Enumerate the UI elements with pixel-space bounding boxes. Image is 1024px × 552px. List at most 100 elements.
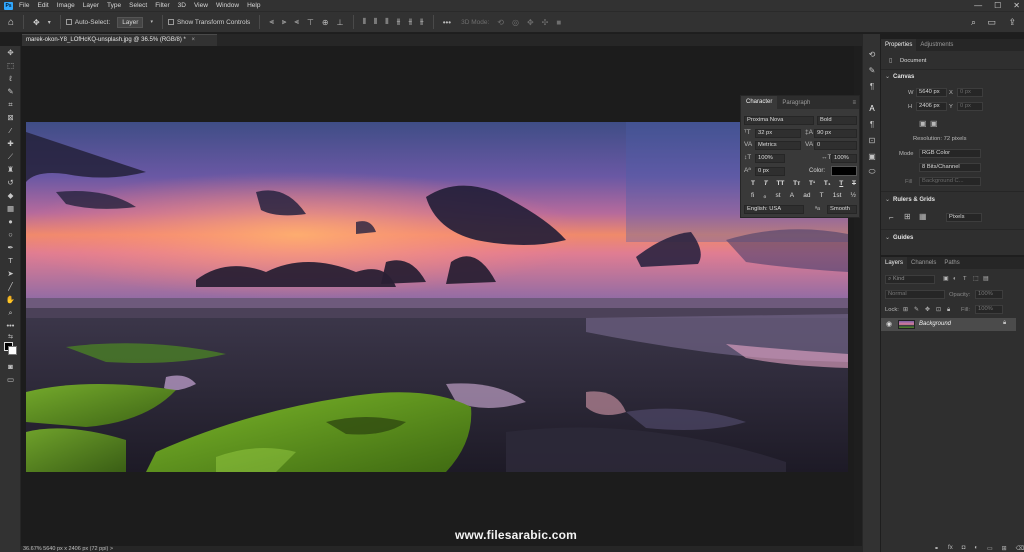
lasso-tool-icon[interactable]: ℓ: [0, 72, 21, 85]
workspace-icon[interactable]: ▭: [987, 17, 996, 28]
paragraph-panel-icon[interactable]: ¶: [863, 78, 881, 94]
panel-menu-icon[interactable]: ≡: [852, 100, 856, 106]
hand-tool-icon[interactable]: ✋: [0, 293, 21, 306]
blend-mode-dropdown[interactable]: Normal: [885, 290, 945, 299]
crop-tool-icon[interactable]: ⌗: [0, 98, 21, 111]
distribute-top-icon[interactable]: ⫴: [363, 17, 366, 27]
lock-all-icon[interactable]: 🔒︎: [947, 307, 950, 314]
tool-preset-chevron-icon[interactable]: ▾: [48, 19, 51, 26]
brush-tool-icon[interactable]: ⟋: [0, 150, 21, 163]
titling-alternates-button[interactable]: T: [820, 192, 824, 200]
lock-artboard-icon[interactable]: ⊡: [936, 307, 941, 313]
all-caps-button[interactable]: TT: [776, 180, 784, 187]
menu-type[interactable]: Type: [107, 2, 121, 9]
history-brush-tool-icon[interactable]: ↺: [0, 176, 21, 189]
distribute-middle-icon[interactable]: ⫴: [374, 17, 377, 27]
blur-tool-icon[interactable]: ●: [0, 215, 21, 228]
align-right-icon[interactable]: ⫷: [294, 17, 299, 27]
font-size-field[interactable]: 32 px: [755, 129, 801, 138]
3d-scale-icon[interactable]: ■: [556, 18, 561, 27]
guides-grid-icon[interactable]: ▦: [919, 212, 927, 221]
document-tab[interactable]: marek-okon-Y8_LOfHcKQ-unsplash.jpg @ 36.…: [22, 34, 217, 46]
line-tool-icon[interactable]: ╱: [0, 280, 21, 293]
dodge-tool-icon[interactable]: ○: [0, 228, 21, 241]
font-style-dropdown[interactable]: Bold: [817, 116, 857, 125]
maximize-icon[interactable]: ☐: [994, 1, 1001, 10]
3d-pan-icon[interactable]: ✥: [527, 18, 534, 27]
link-layers-icon[interactable]: ⚭: [934, 545, 939, 552]
swap-colors-icon[interactable]: ⇆: [0, 332, 21, 340]
layer-filter-kind-dropdown[interactable]: ⌕ Kind: [885, 275, 935, 284]
stylistic-alternates-button[interactable]: ad: [803, 192, 810, 200]
ligatures-button[interactable]: fi: [751, 192, 754, 200]
delete-layer-icon[interactable]: ⌫: [1016, 545, 1024, 552]
superscript-button[interactable]: T¹: [809, 180, 815, 187]
collapse-guides-icon[interactable]: ⌄: [885, 235, 890, 241]
height-field[interactable]: 2406 px: [916, 102, 947, 111]
menu-edit[interactable]: Edit: [37, 2, 48, 9]
align-middle-icon[interactable]: ⊕: [322, 18, 329, 27]
quick-select-tool-icon[interactable]: ✎: [0, 85, 21, 98]
quick-mask-icon[interactable]: ◙: [0, 360, 21, 373]
add-mask-icon[interactable]: ◘: [962, 545, 966, 552]
move-tool-icon[interactable]: ✥: [0, 46, 21, 59]
small-caps-button[interactable]: Tт: [793, 180, 800, 187]
tab-adjustments[interactable]: Adjustments: [916, 39, 957, 51]
align-center-icon[interactable]: ⫸: [282, 17, 287, 27]
new-layer-icon[interactable]: ⊞: [1002, 545, 1007, 552]
filter-smart-object-icon[interactable]: ▤: [983, 276, 988, 282]
home-icon[interactable]: ⌂: [8, 17, 14, 28]
zoom-tool-icon[interactable]: ⌕: [0, 306, 21, 319]
layer-name[interactable]: Background: [919, 321, 951, 327]
menu-image[interactable]: Image: [57, 2, 75, 9]
path-selection-tool-icon[interactable]: ➤: [0, 267, 21, 280]
layer-style-icon[interactable]: fx: [948, 545, 953, 552]
auto-select-checkbox[interactable]: [65, 19, 72, 25]
tab-channels[interactable]: Channels: [907, 257, 940, 269]
filter-shape-icon[interactable]: ⬚: [973, 276, 978, 282]
kerning-field[interactable]: Metrics: [755, 141, 801, 150]
collapse-rulers-icon[interactable]: ⌄: [885, 197, 890, 203]
minimize-icon[interactable]: —: [974, 1, 982, 10]
screen-mode-icon[interactable]: ▭: [0, 373, 21, 386]
subscript-button[interactable]: T₁: [824, 180, 831, 187]
faux-bold-button[interactable]: T: [751, 180, 755, 187]
glyphs-panel-icon[interactable]: ⊡: [863, 132, 881, 148]
menu-file[interactable]: File: [19, 2, 29, 9]
clone-stamp-tool-icon[interactable]: ♜: [0, 163, 21, 176]
pen-tool-icon[interactable]: ✒: [0, 241, 21, 254]
tab-properties[interactable]: Properties: [881, 39, 917, 51]
portrait-orientation-icon[interactable]: ▣: [919, 119, 927, 128]
lock-image-icon[interactable]: ✎: [914, 307, 919, 313]
marquee-tool-icon[interactable]: ⬚: [0, 59, 21, 72]
tab-paths[interactable]: Paths: [940, 257, 963, 269]
lock-transparent-icon[interactable]: ⊞: [903, 307, 908, 313]
bit-depth-dropdown[interactable]: 8 Bits/Channel: [919, 163, 981, 172]
grid-icon[interactable]: ⊞: [904, 212, 911, 221]
menu-layer[interactable]: Layer: [83, 2, 99, 9]
opacity-field[interactable]: 100%: [975, 290, 1003, 299]
brush-settings-panel-icon[interactable]: ✎: [863, 62, 881, 78]
strikethrough-button[interactable]: T: [852, 180, 856, 187]
ruler-units-dropdown[interactable]: Pixels: [946, 213, 982, 222]
background-color-swatch[interactable]: [8, 346, 17, 355]
close-tab-icon[interactable]: ×: [192, 37, 196, 43]
leading-field[interactable]: 90 px: [814, 129, 857, 138]
fractions-button[interactable]: ½: [851, 192, 856, 200]
visibility-eye-icon[interactable]: ◉: [886, 320, 892, 328]
filter-adjustment-icon[interactable]: ◐: [953, 276, 957, 282]
document-image[interactable]: [26, 122, 848, 472]
shapes-panel-icon[interactable]: ⬭: [863, 164, 881, 180]
color-swatches[interactable]: [0, 340, 21, 360]
libraries-panel-icon[interactable]: ▣: [863, 148, 881, 164]
healing-brush-tool-icon[interactable]: ✚: [0, 137, 21, 150]
character-panel-icon[interactable]: A: [863, 100, 881, 116]
align-left-icon[interactable]: ⫷: [269, 17, 274, 27]
share-icon[interactable]: ⇪: [1008, 17, 1016, 28]
antialias-dropdown[interactable]: Smooth: [827, 205, 857, 214]
font-family-dropdown[interactable]: Proxima Nova: [744, 116, 814, 125]
distribute-right-icon[interactable]: ⫵: [420, 17, 424, 27]
menu-help[interactable]: Help: [247, 2, 260, 9]
type-tool-icon[interactable]: T: [0, 254, 21, 267]
paragraph-styles-icon[interactable]: ¶: [863, 116, 881, 132]
